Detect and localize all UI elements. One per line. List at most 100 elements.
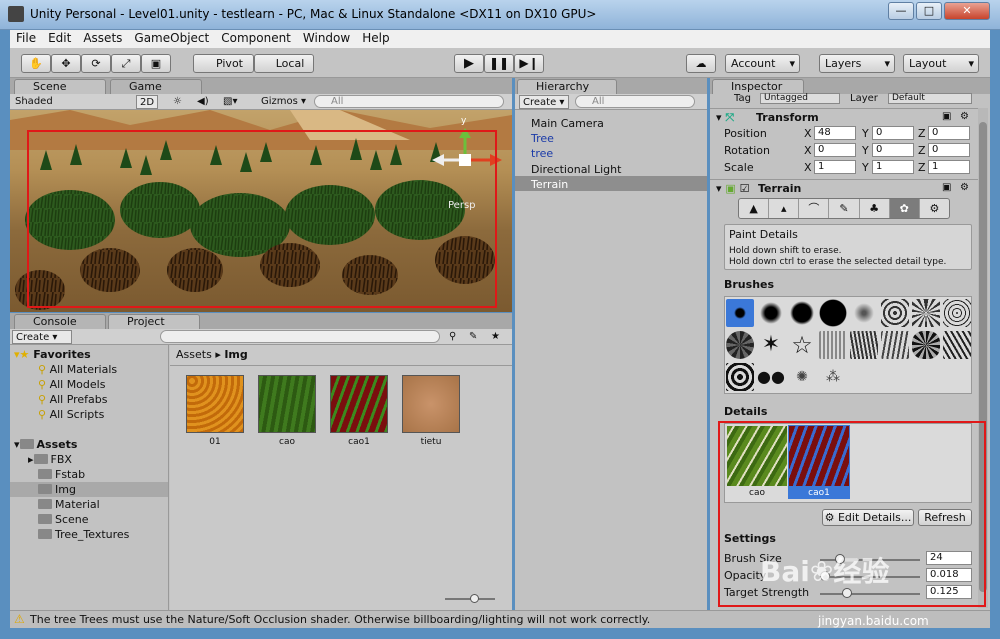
hierarchy-item-selected[interactable]: Terrain [531,177,568,192]
brush-option[interactable]: ☆ [788,331,816,359]
transform-header[interactable]: ▾ ⤧ [716,111,734,125]
rotation-z-input[interactable]: 0 [928,143,970,157]
hierarchy-item[interactable]: Directional Light [531,162,621,177]
paint-details-button[interactable]: ✿ [889,199,920,218]
position-x-input[interactable]: 48 [814,126,856,140]
asset-thumbnail-tietu[interactable] [402,375,460,433]
terrain-settings-button[interactable]: ⚙ [920,199,949,218]
tab-hierarchy[interactable]: Hierarchy [517,79,617,94]
menu-file[interactable]: File [10,30,42,47]
place-trees-button[interactable]: ♣ [860,199,890,218]
scene-search-input[interactable]: All [314,95,504,108]
brush-option[interactable] [819,299,847,327]
menu-component[interactable]: Component [215,30,297,47]
brush-option[interactable]: ⁂ [819,363,847,391]
tab-console[interactable]: Console [14,314,106,329]
lighting-toggle[interactable]: ☼ [170,95,184,109]
brush-option[interactable] [788,299,816,327]
hierarchy-create-button[interactable]: Create ▾ [519,95,569,109]
brush-option[interactable] [850,299,878,327]
favorite-button[interactable]: ★ [488,330,504,344]
layout-dropdown[interactable]: Layout ▾ [903,54,979,73]
folder-item[interactable]: Fstab [38,467,85,482]
hierarchy-item[interactable]: tree [531,146,553,161]
scale-x-input[interactable]: 1 [814,160,856,174]
paint-texture-button[interactable]: ✎ [829,199,860,218]
move-tool-button[interactable]: ✥ [51,54,81,73]
folder-item[interactable]: Material [38,497,100,512]
help-icon[interactable]: ▣ [942,111,951,122]
asset-thumbnail-cao[interactable] [258,375,316,433]
tab-inspector[interactable]: Inspector [712,79,804,94]
position-z-input[interactable]: 0 [928,126,970,140]
brush-option[interactable] [943,299,971,327]
asset-thumbnail-cao1[interactable] [330,375,388,433]
account-dropdown[interactable]: Account ▾ [725,54,800,73]
raise-terrain-button[interactable]: ▲ [739,199,770,218]
favorite-item[interactable]: ⚲ All Materials [38,362,117,377]
brush-option[interactable] [726,363,754,391]
brush-option[interactable] [819,331,847,359]
minimize-button[interactable]: — [888,2,914,20]
assets-node[interactable]: ▾ Assets [14,437,77,452]
tag-dropdown[interactable]: Untagged [760,93,840,104]
favorite-item[interactable]: ⚲ All Models [38,377,105,392]
brush-option[interactable] [943,331,971,359]
smooth-height-button[interactable]: ⌒ [799,199,830,218]
breadcrumb-root[interactable]: Assets [176,348,212,361]
menu-gameobject[interactable]: GameObject [128,30,215,47]
gear-icon[interactable]: ⚙ [960,182,969,193]
folder-item[interactable]: ▸ FBX [28,452,72,467]
step-button[interactable]: ▶❙ [514,54,544,73]
rotation-y-input[interactable]: 0 [872,143,914,157]
brush-option[interactable]: ✶ [757,331,785,359]
thumbnail-size-handle[interactable] [470,594,479,603]
rotate-tool-button[interactable]: ⟳ [81,54,111,73]
menu-help[interactable]: Help [356,30,395,47]
project-search-input[interactable] [160,330,440,343]
brush-option[interactable] [726,331,754,359]
brush-selected[interactable] [726,299,754,327]
paint-height-button[interactable]: ▴ [769,199,800,218]
brush-option[interactable] [912,299,940,327]
terrain-header[interactable]: ▾ ▣ ☑ [716,182,749,195]
shading-dropdown[interactable]: Shaded [12,95,130,109]
filter-label-button[interactable]: ✎ [466,330,482,344]
tab-scene[interactable]: Scene [14,79,106,94]
cloud-button[interactable]: ☁ [686,54,716,73]
brush-option[interactable] [881,331,909,359]
project-create-button[interactable]: Create ▾ [12,330,72,344]
help-icon[interactable]: ▣ [942,182,951,193]
menu-assets[interactable]: Assets [77,30,128,47]
maximize-button[interactable]: □ [916,2,942,20]
favorite-item[interactable]: ⚲ All Scripts [38,407,104,422]
menu-window[interactable]: Window [297,30,356,47]
favorites-node[interactable]: ▾★ Favorites [14,347,91,362]
brush-option[interactable]: ✺ [788,363,816,391]
layer-dropdown[interactable]: Default [888,93,972,104]
brush-option[interactable]: ●● [757,363,785,391]
local-button[interactable]: Local [254,54,314,73]
gizmos-dropdown[interactable]: Gizmos ▾ [258,95,308,109]
rect-tool-button[interactable]: ▣ [141,54,171,73]
brush-option[interactable] [757,299,785,327]
2d-toggle[interactable]: 2D [136,95,158,109]
audio-toggle[interactable]: ◀) [194,95,210,109]
hand-tool-button[interactable]: ✋ [21,54,51,73]
scale-z-input[interactable]: 1 [928,160,970,174]
play-button[interactable]: ▶ [454,54,484,73]
hierarchy-item[interactable]: Tree [531,131,554,146]
pivot-button[interactable]: Pivot [193,54,254,73]
asset-thumbnail-01[interactable] [186,375,244,433]
breadcrumb-current[interactable]: Img [224,348,247,361]
layers-dropdown[interactable]: Layers ▾ [819,54,895,73]
close-button[interactable]: ✕ [944,2,990,20]
rotation-x-input[interactable]: 0 [814,143,856,157]
position-y-input[interactable]: 0 [872,126,914,140]
enabled-checkbox[interactable]: ☑ [740,182,750,195]
brush-option[interactable] [912,331,940,359]
tab-project[interactable]: Project [108,314,200,329]
folder-item-selected[interactable]: Img [10,482,168,497]
scale-y-input[interactable]: 1 [872,160,914,174]
hierarchy-item[interactable]: Main Camera [531,116,604,131]
